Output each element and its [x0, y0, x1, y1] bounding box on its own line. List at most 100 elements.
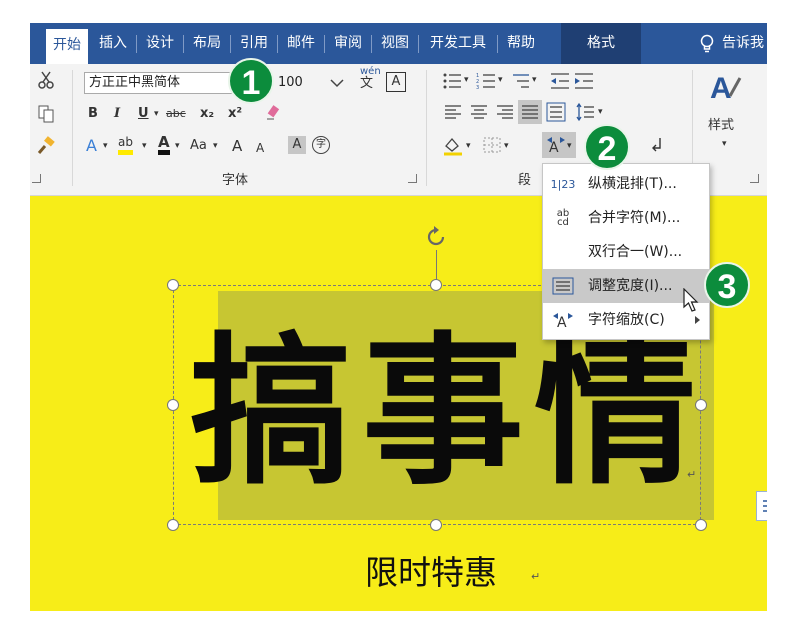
headline-text[interactable]: 搞事情 — [190, 313, 730, 513]
lightbulb-icon[interactable] — [700, 34, 714, 54]
char-scale-icon: A — [553, 313, 573, 329]
tell-me-search[interactable]: 告诉我 — [720, 23, 766, 64]
resize-handle-w[interactable] — [167, 399, 179, 411]
subtitle-text[interactable]: 限时特惠 — [365, 546, 497, 594]
clear-format-icon[interactable] — [264, 104, 282, 122]
clipboard-launcher[interactable] — [32, 174, 41, 183]
line-spacing-icon[interactable] — [576, 102, 596, 122]
distributed-icon[interactable] — [546, 102, 566, 122]
asian-layout-icon[interactable]: A — [546, 136, 566, 154]
multilevel-dropdown[interactable]: ▾ — [532, 70, 537, 90]
menu-item-combine-characters[interactable]: ab cd 合并字符(M)... — [543, 201, 709, 235]
align-right-icon[interactable] — [496, 104, 514, 120]
tab-separator — [230, 35, 231, 53]
text-effect-button[interactable]: A — [86, 136, 97, 156]
multilevel-list-icon[interactable] — [510, 72, 530, 90]
character-shading-button[interactable]: A — [288, 136, 306, 154]
justify-icon[interactable] — [521, 104, 539, 120]
bullets-dropdown[interactable]: ▾ — [464, 70, 469, 90]
tab-separator — [497, 35, 498, 53]
tab-separator — [371, 35, 372, 53]
align-center-icon[interactable] — [470, 104, 488, 120]
superscript-button[interactable]: x² — [228, 104, 242, 124]
tab-separator — [136, 35, 137, 53]
change-case-dropdown[interactable]: ▾ — [213, 136, 218, 156]
tab-help[interactable]: 帮助 — [501, 23, 541, 64]
resize-handle-s[interactable] — [430, 519, 442, 531]
highlight-color-button[interactable]: ab — [118, 134, 133, 155]
tab-insert[interactable]: 插入 — [93, 23, 133, 64]
asian-layout-dropdown[interactable]: ▾ — [567, 136, 572, 156]
phonetic-guide-button[interactable]: wén 文 — [360, 66, 381, 91]
tab-design[interactable]: 设计 — [140, 23, 180, 64]
font-name-box[interactable]: 方正正中黑简体 — [84, 72, 234, 94]
shading-dropdown[interactable]: ▾ — [466, 136, 471, 156]
line-spacing-dropdown[interactable]: ▾ — [598, 102, 603, 122]
menu-item-label: 调整宽度(I)... — [588, 278, 673, 294]
highlight-dropdown[interactable]: ▾ — [142, 136, 147, 156]
layout-options-icon[interactable] — [756, 491, 767, 521]
paragraph-mark: ↵ — [531, 570, 541, 583]
rotate-handle-icon[interactable] — [423, 224, 449, 250]
font-launcher[interactable] — [408, 174, 417, 183]
adjust-width-icon — [552, 277, 574, 295]
subscript-button[interactable]: x₂ — [200, 104, 214, 124]
styles-icon[interactable]: A — [708, 70, 742, 104]
decrease-indent-icon[interactable] — [550, 72, 570, 90]
tab-developer[interactable]: 开发工具 — [422, 23, 494, 64]
copy-icon[interactable] — [36, 104, 56, 124]
svg-text:A: A — [557, 315, 567, 329]
combine-chars-icon: ab cd — [556, 208, 570, 228]
change-case-button[interactable]: Aa — [190, 136, 207, 156]
phonetic-bottom: 文 — [360, 76, 374, 91]
tab-layout[interactable]: 布局 — [187, 23, 227, 64]
resize-handle-sw[interactable] — [167, 519, 179, 531]
resize-handle-se[interactable] — [695, 519, 707, 531]
tab-separator — [183, 35, 184, 53]
bullets-icon[interactable] — [442, 72, 462, 90]
step-badge-1: 1 — [228, 58, 274, 104]
menu-item-vertical-in-horizontal[interactable]: 1|23 纵横混排(T)... — [543, 167, 709, 201]
tab-review[interactable]: 审阅 — [328, 23, 368, 64]
italic-button[interactable]: I — [114, 104, 120, 124]
paragraph-group-label: 段 — [518, 173, 532, 188]
grow-font-button[interactable]: A — [232, 136, 242, 156]
chevron-down-icon[interactable] — [330, 78, 344, 88]
resize-handle-nw[interactable] — [167, 279, 179, 291]
cut-icon[interactable] — [36, 70, 56, 90]
underline-dropdown[interactable]: ▾ — [154, 104, 159, 124]
tab-home[interactable]: 开始 — [46, 29, 88, 64]
bold-button[interactable]: B — [88, 104, 98, 124]
text-effect-dropdown[interactable]: ▾ — [103, 136, 108, 156]
increase-indent-icon[interactable] — [574, 72, 594, 90]
menu-item-two-lines-in-one[interactable]: 双行合一(W)... — [543, 235, 709, 269]
borders-dropdown[interactable]: ▾ — [504, 136, 509, 156]
format-painter-icon[interactable] — [36, 136, 56, 156]
tab-format[interactable]: 格式 — [561, 23, 641, 64]
underline-button[interactable]: U — [138, 104, 149, 124]
tab-separator — [418, 35, 419, 53]
styles-dropdown[interactable]: ▾ — [722, 134, 727, 154]
font-color-button[interactable]: A — [158, 134, 170, 155]
align-left-icon[interactable] — [444, 104, 462, 120]
borders-icon[interactable] — [482, 136, 502, 154]
group-separator — [72, 70, 73, 186]
tab-mailings[interactable]: 邮件 — [281, 23, 321, 64]
resize-handle-n[interactable] — [430, 279, 442, 291]
shrink-font-button[interactable]: A — [256, 138, 264, 158]
step-badge-2: 2 — [584, 124, 630, 170]
styles-launcher[interactable] — [750, 174, 759, 183]
enclose-characters-button[interactable]: 字 — [312, 136, 330, 154]
font-color-dropdown[interactable]: ▾ — [175, 136, 180, 156]
character-border-button[interactable]: A — [386, 72, 406, 92]
styles-label[interactable]: 样式 — [708, 116, 734, 136]
menu-item-label: 纵横混排(T)... — [588, 176, 677, 192]
numbering-dropdown[interactable]: ▾ — [498, 70, 503, 90]
strikethrough-button[interactable]: abc — [166, 104, 186, 124]
svg-text:3: 3 — [476, 85, 479, 90]
tab-separator — [324, 35, 325, 53]
tab-view[interactable]: 视图 — [375, 23, 415, 64]
numbering-icon[interactable]: 1 2 3 — [476, 72, 496, 90]
shading-icon[interactable] — [442, 136, 464, 156]
show-marks-icon[interactable] — [650, 136, 666, 154]
